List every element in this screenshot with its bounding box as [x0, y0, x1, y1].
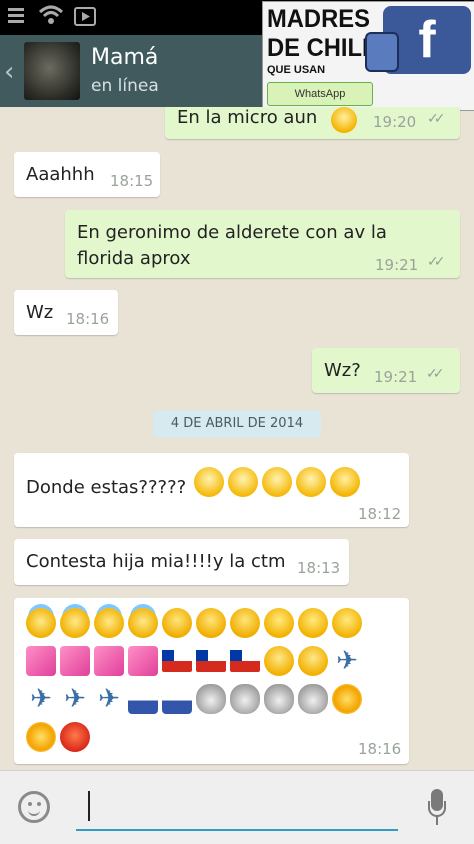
message-text: Wz: [26, 302, 54, 323]
emoji-rabbit-icon: [298, 684, 328, 714]
notification-icon: [8, 8, 24, 23]
banner-line-1: MADRES: [267, 5, 370, 33]
message-time: 19:21: [374, 368, 418, 386]
message-time: 18:12: [358, 505, 402, 523]
emoji-heart-eyes-icon: [196, 608, 226, 638]
emoji-chile-flag-icon: [162, 650, 192, 672]
emoji-angry-icon: [60, 722, 90, 752]
message-text: En geronimo de alderete con av la florid…: [77, 222, 387, 269]
emoji-angel-icon: [128, 608, 158, 638]
emoji-airplane-icon: ✈: [64, 684, 86, 714]
emoji-sun-icon: [26, 722, 56, 752]
emoji-angel-icon: [94, 608, 124, 638]
emoji-grid: ✈ ✈ ✈ ✈: [24, 604, 404, 756]
message-bubble[interactable]: En geronimo de alderete con av la florid…: [65, 210, 460, 278]
contact-status: en línea: [91, 76, 159, 96]
message-bubble[interactable]: Wz? 19:21 ✓✓: [312, 348, 460, 393]
message-bubble[interactable]: En la micro aun 19:20 ✓✓: [165, 107, 460, 139]
emoji-tongue-wink-icon: [332, 608, 362, 638]
read-ticks-icon: ✓✓: [426, 366, 445, 382]
emoji-scream-icon: [194, 467, 224, 497]
emoji-angel-icon: [26, 608, 56, 638]
emoji-angel-icon: [60, 608, 90, 638]
message-time: 19:20: [373, 113, 417, 131]
thumbs-up-icon: [365, 32, 399, 72]
chevron-left-icon[interactable]: ‹: [4, 57, 14, 87]
emoji-tongue-wink-icon: [264, 608, 294, 638]
emoji-picker-icon[interactable]: [18, 791, 50, 823]
emoji-scream-icon: [228, 467, 258, 497]
emoji-police-car-icon: [128, 684, 158, 714]
message-bubble[interactable]: Aaahhh 18:15: [14, 152, 160, 197]
text-caret: [88, 791, 90, 821]
message-bubble[interactable]: Wz 18:16: [14, 290, 118, 335]
message-time: 18:16: [66, 310, 110, 328]
message-time: 18:15: [110, 172, 154, 190]
emoji-gift-heart-icon: [60, 646, 90, 676]
emoji-gift-heart-icon: [26, 646, 56, 676]
read-ticks-icon: ✓✓: [427, 254, 446, 270]
emoji-astonished-icon: [264, 646, 294, 676]
emoji-gift-heart-icon: [128, 646, 158, 676]
banner-line-2: DE CHILE: [267, 34, 378, 62]
wifi-icon: [38, 5, 64, 24]
emoji-airplane-icon: ✈: [30, 684, 52, 714]
emoji-astonished-icon: [298, 646, 328, 676]
emoji-scream-icon: [296, 467, 326, 497]
emoji-unamused-icon: [331, 107, 357, 133]
message-bubble[interactable]: Contesta hija mia!!!!y la ctm 18:13: [14, 539, 349, 585]
message-time: 18:16: [358, 740, 402, 758]
message-input[interactable]: [76, 787, 398, 831]
emoji-tongue-wink-icon: [298, 608, 328, 638]
emoji-heart-eyes-icon: [162, 608, 192, 638]
compose-bar: [0, 770, 474, 844]
emoji-airplane-icon: ✈: [98, 684, 120, 714]
emoji-row: [192, 467, 362, 497]
emoji-scream-icon: [262, 467, 292, 497]
banner-app-label: WhatsApp: [267, 82, 373, 106]
emoji-wink-icon: [330, 467, 360, 497]
emoji-sun-icon: [332, 684, 362, 714]
watermark-banner: MADRES DE CHILE QUE USAN WhatsApp f: [262, 1, 474, 111]
message-text: Contesta hija mia!!!!y la ctm: [26, 551, 286, 572]
date-divider: 4 DE ABRIL DE 2014: [153, 410, 321, 438]
emoji-heart-eyes-icon: [230, 608, 260, 638]
microphone-icon[interactable]: [426, 789, 448, 827]
message-text: Donde estas?????: [26, 477, 187, 498]
banner-line-3: QUE USAN: [267, 64, 326, 76]
message-bubble[interactable]: Donde estas????? 18:12: [14, 453, 409, 527]
emoji-airplane-icon: ✈: [336, 646, 358, 676]
emoji-chile-flag-icon: [196, 650, 226, 672]
emoji-police-car-icon: [162, 684, 192, 714]
emoji-gift-heart-icon: [94, 646, 124, 676]
message-text: Wz?: [324, 360, 361, 381]
emoji-rabbit-icon: [264, 684, 294, 714]
message-text: Aaahhh: [26, 164, 95, 185]
message-time: 18:13: [297, 559, 341, 577]
message-text: En la micro aun: [177, 107, 318, 128]
chat-area[interactable]: En la micro aun 19:20 ✓✓ Aaahhh 18:15 En…: [0, 107, 474, 770]
message-bubble[interactable]: ✈ ✈ ✈ ✈ 18:16: [14, 598, 409, 764]
emoji-rabbit-icon: [230, 684, 260, 714]
read-ticks-icon: ✓✓: [427, 111, 446, 127]
play-store-icon: [74, 7, 96, 26]
message-time: 19:21: [375, 256, 419, 274]
emoji-rabbit-icon: [196, 684, 226, 714]
avatar[interactable]: [24, 42, 80, 100]
contact-name[interactable]: Mamá: [91, 45, 158, 70]
emoji-chile-flag-icon: [230, 650, 260, 672]
